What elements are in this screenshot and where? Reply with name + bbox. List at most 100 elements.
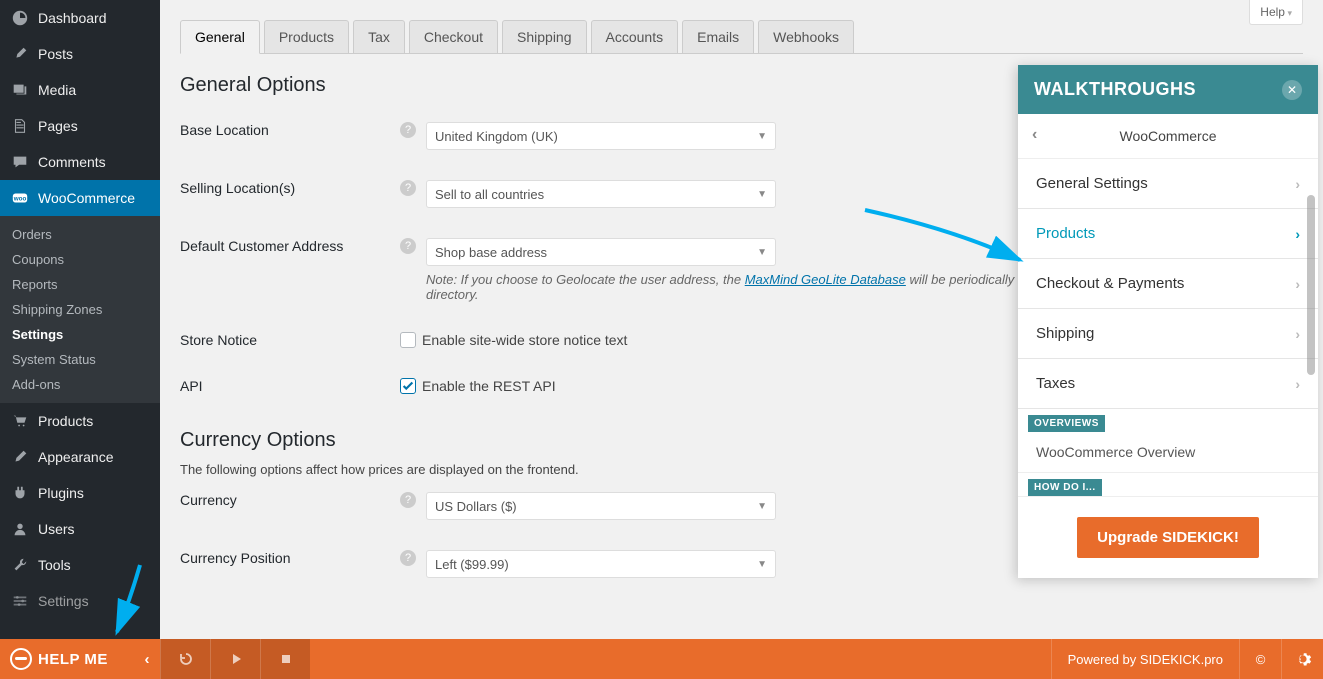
howdoi-tag: HOW DO I... [1028, 479, 1102, 496]
sidebar-item-woocommerce[interactable]: woo WooCommerce [0, 180, 160, 216]
checkbox-text: Enable site-wide store notice text [422, 332, 627, 348]
checkbox-text: Enable the REST API [422, 378, 556, 394]
close-icon[interactable]: ✕ [1282, 80, 1302, 100]
cat-taxes[interactable]: Taxes› [1018, 359, 1318, 409]
panel-scrollbar[interactable] [1307, 195, 1315, 375]
sidebar-item-plugins[interactable]: Plugins [0, 475, 160, 511]
select-currency-position[interactable]: Left ($99.99) ▼ [426, 550, 776, 578]
playback-controls [160, 639, 310, 679]
user-icon [10, 519, 30, 539]
svg-text:woo: woo [13, 196, 27, 203]
submenu-orders[interactable]: Orders [0, 222, 160, 247]
sidebar-item-comments[interactable]: Comments [0, 144, 160, 180]
upgrade-button[interactable]: Upgrade SIDEKICK! [1077, 517, 1259, 558]
brush-icon [10, 447, 30, 467]
tab-general[interactable]: General [180, 20, 260, 54]
woocommerce-submenu: Orders Coupons Reports Shipping Zones Se… [0, 216, 160, 403]
chevron-right-icon: › [1295, 176, 1300, 192]
sidebar-item-products[interactable]: Products [0, 403, 160, 439]
label-default-address: Default Customer Address [180, 238, 343, 254]
cat-label: Taxes [1036, 375, 1075, 392]
settings-gear-button[interactable] [1281, 639, 1323, 679]
caret-down-icon: ▼ [757, 189, 767, 200]
sidebar-item-appearance[interactable]: Appearance [0, 439, 160, 475]
select-value: US Dollars ($) [435, 499, 517, 514]
tab-shipping[interactable]: Shipping [502, 20, 587, 54]
chevron-right-icon: › [1295, 226, 1300, 242]
submenu-addons[interactable]: Add-ons [0, 372, 160, 397]
sliders-icon [10, 591, 30, 611]
tab-webhooks[interactable]: Webhooks [758, 20, 854, 54]
stop-button[interactable] [260, 639, 310, 679]
plug-icon [10, 483, 30, 503]
cat-label: General Settings [1036, 175, 1148, 192]
panel-header: WALKTHROUGHS ✕ [1018, 65, 1318, 114]
overview-item[interactable]: WooCommerce Overview [1018, 432, 1318, 473]
help-icon[interactable]: ? [400, 180, 416, 196]
sidebar-label: Users [38, 521, 75, 537]
restart-button[interactable] [160, 639, 210, 679]
sidebar-label: Settings [38, 593, 89, 609]
help-icon[interactable]: ? [400, 238, 416, 254]
tab-products[interactable]: Products [264, 20, 349, 54]
help-me-button[interactable]: HELP ME ‹ [0, 639, 160, 679]
sidebar-item-media[interactable]: Media [0, 72, 160, 108]
tab-accounts[interactable]: Accounts [591, 20, 679, 54]
powered-by-label: Powered by SIDEKICK.pro [1051, 639, 1239, 679]
maxmind-link[interactable]: MaxMind GeoLite Database [745, 272, 906, 287]
submenu-coupons[interactable]: Coupons [0, 247, 160, 272]
help-icon[interactable]: ? [400, 492, 416, 508]
walkthrough-panel: WALKTHROUGHS ✕ ‹ WooCommerce General Set… [1018, 65, 1318, 578]
store-notice-checkbox[interactable] [400, 332, 416, 348]
submenu-settings[interactable]: Settings [0, 322, 160, 347]
select-value: Left ($99.99) [435, 557, 509, 572]
caret-down-icon: ▼ [757, 501, 767, 512]
cat-checkout-payments[interactable]: Checkout & Payments› [1018, 259, 1318, 309]
page-icon [10, 116, 30, 136]
sidebar-label: WooCommerce [38, 190, 135, 206]
cat-label: Products [1036, 225, 1095, 242]
cat-shipping[interactable]: Shipping › [1018, 309, 1318, 359]
cat-general-settings[interactable]: General Settings › [1018, 159, 1318, 209]
chevron-right-icon: › [1295, 326, 1300, 342]
caret-down-icon: ▼ [757, 247, 767, 258]
sidebar-item-pages[interactable]: Pages [0, 108, 160, 144]
sidebar-label: Dashboard [38, 10, 107, 26]
dashboard-icon [10, 8, 30, 28]
submenu-reports[interactable]: Reports [0, 272, 160, 297]
submenu-system-status[interactable]: System Status [0, 347, 160, 372]
label-api: API [180, 378, 203, 394]
panel-footer: Upgrade SIDEKICK! [1018, 496, 1318, 578]
submenu-shipping-zones[interactable]: Shipping Zones [0, 297, 160, 322]
cat-products[interactable]: Products › [1018, 209, 1318, 259]
select-selling-locations[interactable]: Sell to all countries ▼ [426, 180, 776, 208]
panel-body[interactable]: General Settings › Products › Checkout & P… [1018, 159, 1318, 496]
back-icon[interactable]: ‹ [1032, 126, 1037, 144]
play-button[interactable] [210, 639, 260, 679]
help-icon[interactable]: ? [400, 122, 416, 138]
label-currency: Currency [180, 492, 237, 508]
api-checkbox[interactable] [400, 378, 416, 394]
sidebar-item-settings[interactable]: Settings [0, 583, 160, 619]
pin-icon [10, 44, 30, 64]
sidebar-item-tools[interactable]: Tools [0, 547, 160, 583]
panel-title: WALKTHROUGHS [1034, 79, 1196, 100]
cat-label: Shipping [1036, 325, 1094, 342]
sidebar-label: Products [38, 413, 93, 429]
copyright-button[interactable]: © [1239, 639, 1281, 679]
tab-tax[interactable]: Tax [353, 20, 405, 54]
help-tab[interactable]: Help [1249, 0, 1303, 25]
tab-emails[interactable]: Emails [682, 20, 754, 54]
media-icon [10, 80, 30, 100]
sidebar-item-dashboard[interactable]: Dashboard [0, 0, 160, 36]
sidebar-label: Comments [38, 154, 106, 170]
select-value: Sell to all countries [435, 187, 544, 202]
select-default-address[interactable]: Shop base address ▼ [426, 238, 776, 266]
sidebar-item-posts[interactable]: Posts [0, 36, 160, 72]
help-icon[interactable]: ? [400, 550, 416, 566]
select-base-location[interactable]: United Kingdom (UK) ▼ [426, 122, 776, 150]
caret-down-icon: ▼ [757, 559, 767, 570]
sidebar-item-users[interactable]: Users [0, 511, 160, 547]
select-currency[interactable]: US Dollars ($) ▼ [426, 492, 776, 520]
tab-checkout[interactable]: Checkout [409, 20, 498, 54]
